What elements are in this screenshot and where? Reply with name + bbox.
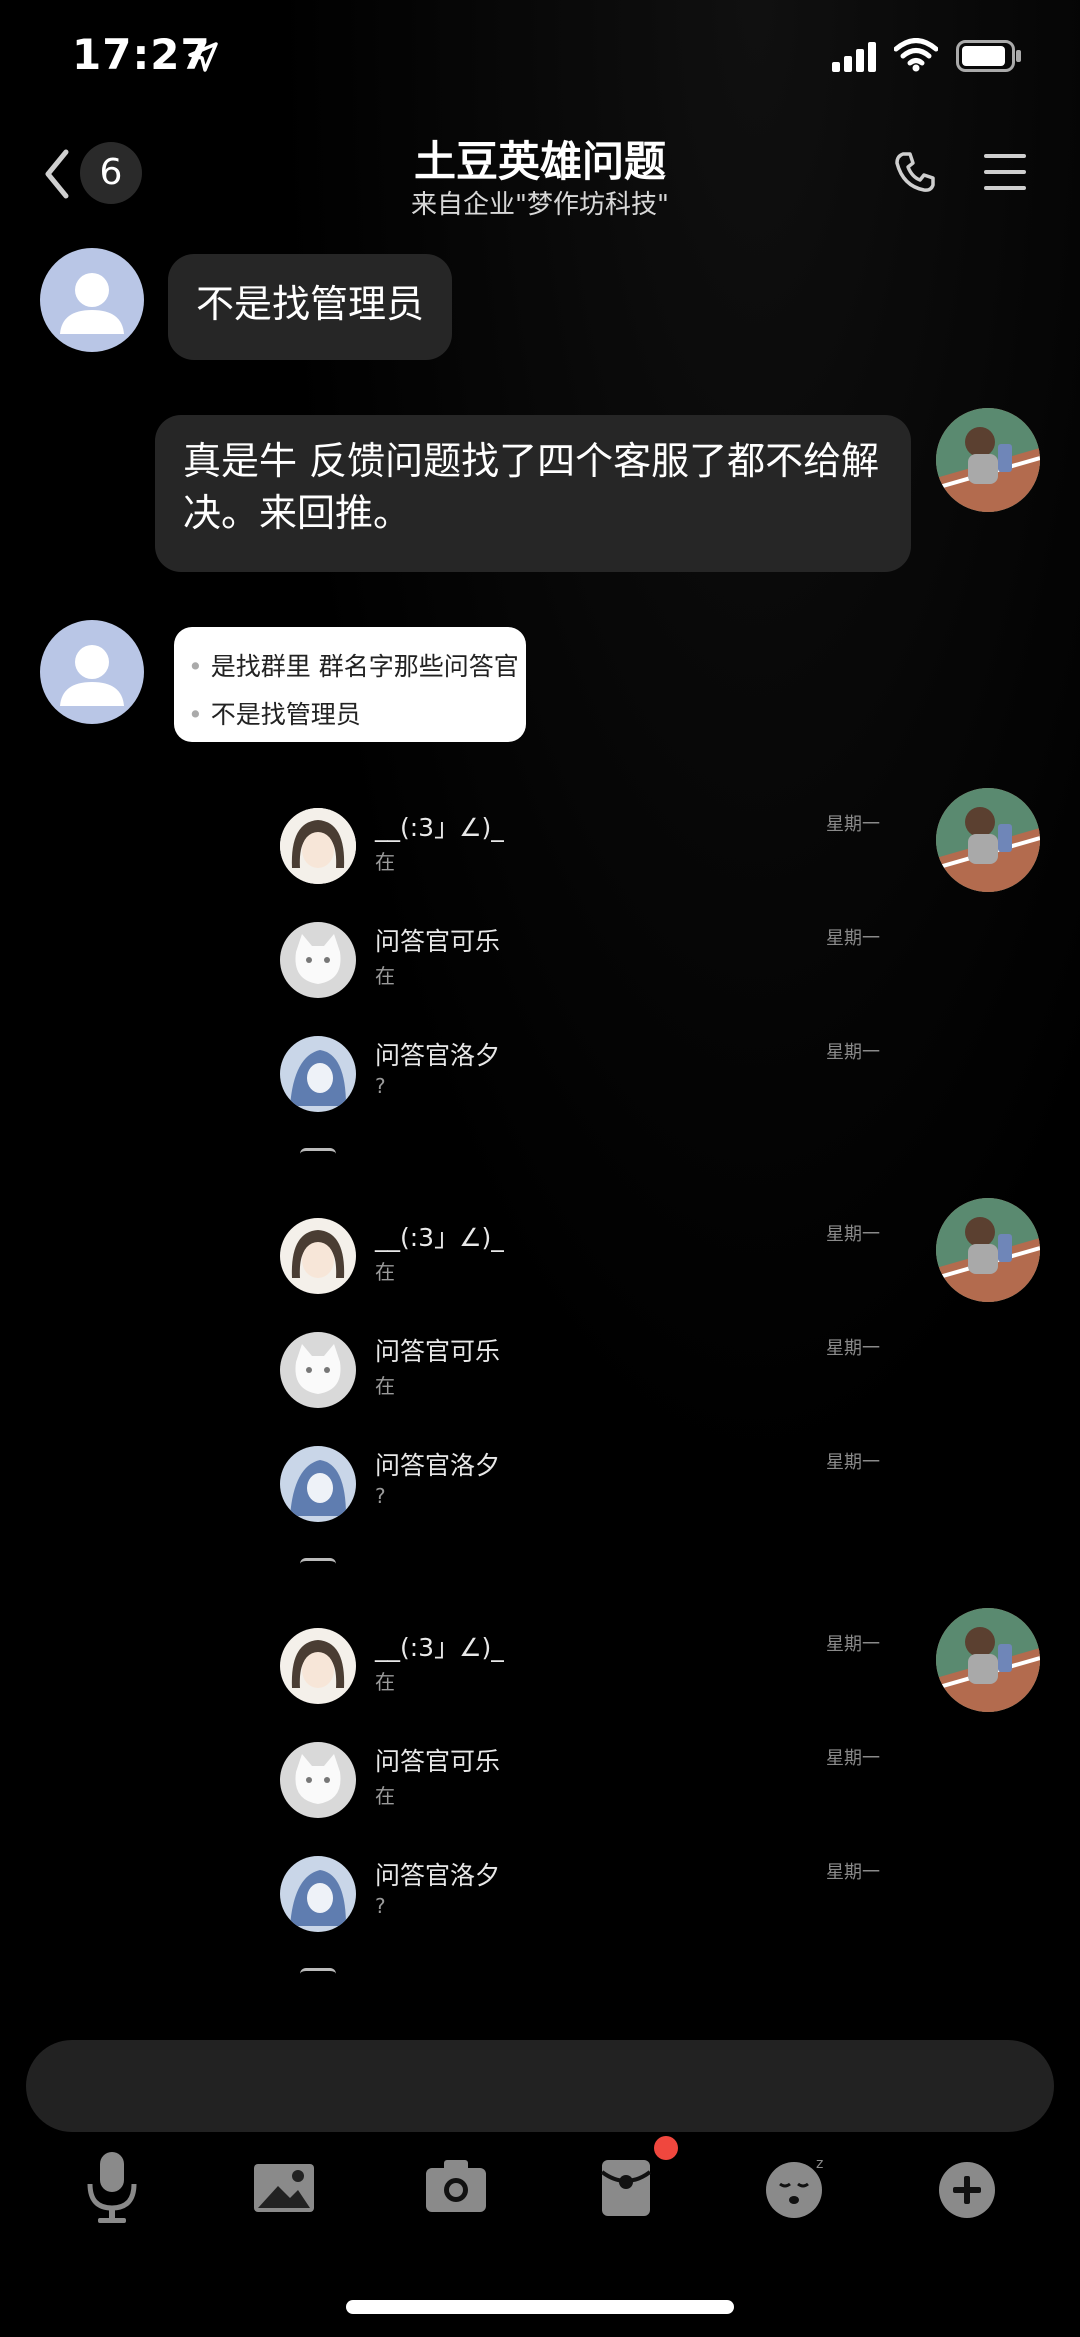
battery-icon (956, 40, 1021, 72)
notification-dot (654, 2136, 678, 2160)
blue-illustration-avatar-icon (280, 1446, 356, 1522)
quote-line: • 是找群里 群名字那些问答官 (188, 652, 519, 681)
message-time: 星期一 (826, 1634, 880, 1655)
red-packet-icon[interactable] (586, 2142, 666, 2232)
contact-avatar (280, 1628, 356, 1704)
message-time: 星期一 (826, 1452, 880, 1473)
message-time: 星期一 (826, 1042, 880, 1063)
self-avatar[interactable] (936, 788, 1040, 892)
last-message: ? (375, 1894, 386, 1918)
truncated-item-edge (300, 1558, 336, 1564)
forwarded-chat-item[interactable]: 问答官洛夕 ? 星期一 (280, 1036, 900, 1136)
message-text: 不是找管理员 (196, 282, 425, 326)
message-time: 星期一 (826, 928, 880, 949)
contact-avatar (280, 1332, 356, 1408)
contact-avatar (280, 1742, 356, 1818)
contact-name: __(:3」∠)_ (375, 1633, 504, 1662)
anime-girl-avatar-icon (280, 1628, 356, 1704)
forwarded-chat-item[interactable]: 问答官可乐 在 星期一 (280, 922, 900, 1022)
contact-avatar (280, 1856, 356, 1932)
message-time: 星期一 (826, 814, 880, 835)
contact-avatar (280, 1218, 356, 1294)
forwarded-chat-item[interactable]: 问答官可乐 在 星期一 (280, 1742, 900, 1842)
sender-avatar[interactable] (40, 248, 144, 352)
contact-name: 问答官洛夕 (375, 1041, 501, 1070)
chat-screen: 17:27 6 土豆英雄问题 来自企业"梦作坊科技" 不是找管理员 真是牛 反馈… (0, 0, 1080, 2337)
contact-name: 问答官可乐 (375, 927, 501, 956)
cartoon-boy-avatar-icon (936, 1608, 1040, 1712)
last-message: 在 (375, 1260, 395, 1284)
chat-toolbar: z (0, 2142, 1080, 2238)
forwarded-chat-item[interactable]: __(:3」∠)_ 在 星期一 (280, 808, 900, 908)
last-message: 在 (375, 850, 395, 874)
menu-icon[interactable] (984, 152, 1026, 192)
contact-avatar (280, 808, 356, 884)
message-bubble-incoming[interactable]: 不是找管理员 (168, 254, 453, 360)
cartoon-boy-avatar-icon (936, 1198, 1040, 1302)
image-icon[interactable] (244, 2142, 324, 2232)
forwarded-chat-item[interactable]: 问答官洛夕 ? 星期一 (280, 1446, 900, 1546)
phone-icon[interactable] (893, 150, 937, 194)
white-cat-avatar-icon (280, 922, 356, 998)
quoted-image-message[interactable]: • 是找群里 群名字那些问答官 • 不是找管理员 (174, 627, 526, 742)
last-message: 在 (375, 1784, 395, 1808)
cartoon-boy-avatar-icon (936, 408, 1040, 512)
message-bubble-outgoing[interactable]: 真是牛 反馈问题找了四个客服了都不给解决。来回推。 (155, 415, 911, 572)
message-time: 星期一 (826, 1224, 880, 1245)
contact-name: 问答官洛夕 (375, 1451, 501, 1480)
anime-girl-avatar-icon (280, 808, 356, 884)
microphone-icon[interactable] (72, 2142, 152, 2232)
message-time: 星期一 (826, 1748, 880, 1769)
message-time: 星期一 (826, 1862, 880, 1883)
camera-icon[interactable] (416, 2142, 496, 2232)
blue-illustration-avatar-icon (280, 1036, 356, 1112)
message-text: 真是牛 反馈问题找了四个客服了都不给解决。来回推。 (183, 439, 880, 535)
message-time: 星期一 (826, 1338, 880, 1359)
self-avatar[interactable] (936, 1608, 1040, 1712)
contact-name: __(:3」∠)_ (375, 813, 504, 842)
truncated-item-edge (300, 1968, 336, 1974)
white-cat-avatar-icon (280, 1742, 356, 1818)
contact-name: 问答官洛夕 (375, 1861, 501, 1890)
contact-avatar (280, 922, 356, 998)
contact-avatar (280, 1036, 356, 1112)
chat-header: 6 土豆英雄问题 来自企业"梦作坊科技" (0, 120, 1080, 240)
contact-avatar (280, 1446, 356, 1522)
contact-name: __(:3」∠)_ (375, 1223, 504, 1252)
home-indicator (346, 2300, 734, 2314)
last-message: 在 (375, 1374, 395, 1398)
forwarded-chat-item[interactable]: 问答官洛夕 ? 星期一 (280, 1856, 900, 1956)
forwarded-chat-item[interactable]: 问答官可乐 在 星期一 (280, 1332, 900, 1432)
emoji-icon[interactable]: z (756, 2142, 836, 2232)
status-bar: 17:27 (0, 0, 1080, 120)
contact-name: 问答官可乐 (375, 1337, 501, 1366)
last-message: ? (375, 1484, 386, 1508)
cellular-signal-icon (832, 42, 876, 72)
default-person-icon (60, 273, 124, 334)
self-avatar[interactable] (936, 1198, 1040, 1302)
forwarded-chat-item[interactable]: __(:3」∠)_ 在 星期一 (280, 1628, 900, 1728)
wifi-icon (894, 38, 938, 72)
message-input[interactable] (26, 2040, 1054, 2132)
contact-name: 问答官可乐 (375, 1747, 501, 1776)
white-cat-avatar-icon (280, 1332, 356, 1408)
self-avatar[interactable] (936, 408, 1040, 512)
location-arrow-icon (188, 42, 218, 72)
sender-avatar[interactable] (40, 620, 144, 724)
truncated-item-edge (300, 1148, 336, 1154)
plus-icon[interactable] (927, 2142, 1007, 2232)
cartoon-boy-avatar-icon (936, 788, 1040, 892)
blue-illustration-avatar-icon (280, 1856, 356, 1932)
last-message: ? (375, 1074, 386, 1098)
svg-text:z: z (816, 2156, 823, 2172)
last-message: 在 (375, 1670, 395, 1694)
default-person-icon (60, 645, 124, 706)
anime-girl-avatar-icon (280, 1218, 356, 1294)
forwarded-chat-item[interactable]: __(:3」∠)_ 在 星期一 (280, 1218, 900, 1318)
last-message: 在 (375, 964, 395, 988)
quote-line: • 不是找管理员 (188, 700, 361, 729)
